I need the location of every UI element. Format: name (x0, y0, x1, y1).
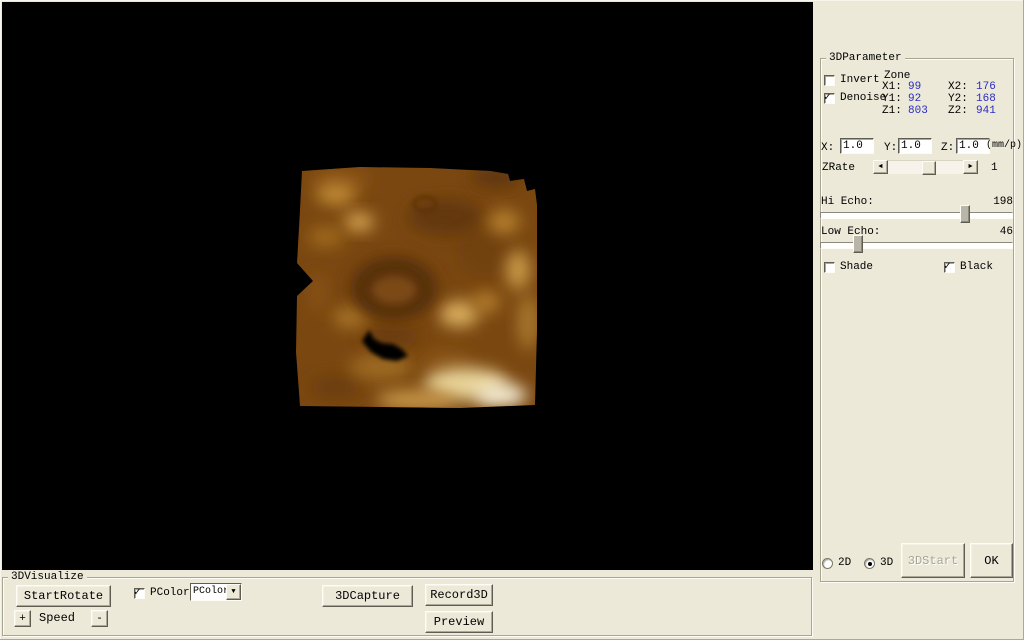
chevron-down-icon[interactable]: ▼ (226, 584, 241, 600)
speed-plus-button[interactable]: + (14, 610, 31, 627)
start-rotate-button[interactable]: StartRotate (16, 585, 111, 607)
black-checkbox-box: ✓ (944, 262, 955, 273)
hi-echo-slider[interactable] (820, 205, 1013, 223)
z-scale-label: Z: (941, 142, 954, 154)
3dcapture-button[interactable]: 3DCapture (322, 585, 413, 607)
zrate-left-arrow-icon[interactable]: ◄ (873, 160, 888, 174)
invert-checkbox-box: ✓ (824, 75, 835, 86)
black-checkbox[interactable]: ✓ Black (944, 261, 993, 273)
y-scale-input[interactable] (898, 138, 932, 154)
pcolor-select[interactable]: PColor ▼ (190, 583, 242, 601)
app-window: 3DParameter ✓ Invert ✓ Denoise Zone X1: … (0, 0, 1024, 640)
x-scale-input[interactable] (840, 138, 874, 154)
mode-3d-radio-circle (864, 558, 875, 569)
pcolor-label: PColor (150, 587, 190, 599)
zrate-scrollbar[interactable]: ◄ ► (873, 160, 978, 174)
render-3d-ultrasound (296, 162, 540, 410)
zrate-thumb[interactable] (922, 161, 936, 175)
parameter-group-title: 3DParameter (826, 52, 905, 64)
zone-y2-value: 168 (976, 93, 1014, 105)
low-echo-groove (820, 242, 1013, 249)
black-label: Black (960, 261, 993, 273)
render-viewport[interactable] (2, 2, 813, 570)
denoise-checkbox-box: ✓ (824, 93, 835, 104)
invert-checkbox[interactable]: ✓ Invert (824, 74, 880, 86)
zone-y1-label: Y1: (882, 93, 908, 105)
zone-z2-label: Z2: (948, 105, 976, 117)
check-icon: ✓ (134, 585, 141, 599)
shade-checkbox-box: ✓ (824, 262, 835, 273)
zone-z2-value: 941 (976, 105, 1014, 117)
low-echo-thumb[interactable] (853, 235, 863, 253)
x-scale-label: X: (821, 142, 834, 154)
ok-button[interactable]: OK (970, 543, 1013, 578)
speed-label: Speed (39, 612, 75, 624)
zone-x2-label: X2: (948, 81, 976, 93)
zone-y2-label: Y2: (948, 93, 976, 105)
shade-checkbox[interactable]: ✓ Shade (824, 261, 873, 273)
zrate-value: 1 (991, 162, 998, 174)
denoise-label: Denoise (840, 92, 886, 104)
zone-x2-value: 176 (976, 81, 1014, 93)
mode-2d-radio-circle (822, 558, 833, 569)
pcolor-select-value: PColor (191, 584, 226, 600)
hi-echo-groove (820, 212, 1013, 219)
pcolor-checkbox[interactable]: ✓ PColor (134, 587, 190, 599)
check-icon: ✓ (824, 90, 831, 104)
y-scale-label: Y: (884, 142, 897, 154)
zone-values: X1: 99 X2: 176 Y1: 92 Y2: 168 Z1: 803 Z2… (882, 81, 1014, 117)
check-icon: ✓ (944, 259, 951, 273)
zone-x1-value: 99 (908, 81, 948, 93)
low-echo-slider[interactable] (820, 235, 1013, 253)
invert-label: Invert (840, 74, 880, 86)
pcolor-checkbox-box: ✓ (134, 588, 145, 599)
preview-button[interactable]: Preview (425, 611, 493, 633)
mode-2d-radio[interactable]: 2D (822, 557, 851, 569)
hi-echo-thumb[interactable] (960, 205, 970, 223)
shade-label: Shade (840, 261, 873, 273)
3dstart-button[interactable]: 3DStart (901, 543, 965, 578)
visualize-group-title: 3DVisualize (8, 571, 87, 583)
mode-2d-label: 2D (838, 557, 851, 569)
mode-3d-radio[interactable]: 3D (864, 557, 893, 569)
zone-z1-label: Z1: (882, 105, 908, 117)
mode-3d-label: 3D (880, 557, 893, 569)
parameter-groupbox: 3DParameter (820, 58, 1014, 582)
record3d-button[interactable]: Record3D (425, 584, 493, 606)
zone-z1-value: 803 (908, 105, 948, 117)
zrate-right-arrow-icon[interactable]: ► (963, 160, 978, 174)
zrate-track[interactable] (888, 160, 963, 174)
denoise-checkbox[interactable]: ✓ Denoise (824, 92, 886, 104)
zone-y1-value: 92 (908, 93, 948, 105)
scale-unit-label: (mm/p) (986, 140, 1022, 152)
zone-x1-label: X1: (882, 81, 908, 93)
z-scale-input[interactable] (956, 138, 990, 154)
zrate-label: ZRate (822, 162, 855, 174)
speed-minus-button[interactable]: - (91, 610, 108, 627)
